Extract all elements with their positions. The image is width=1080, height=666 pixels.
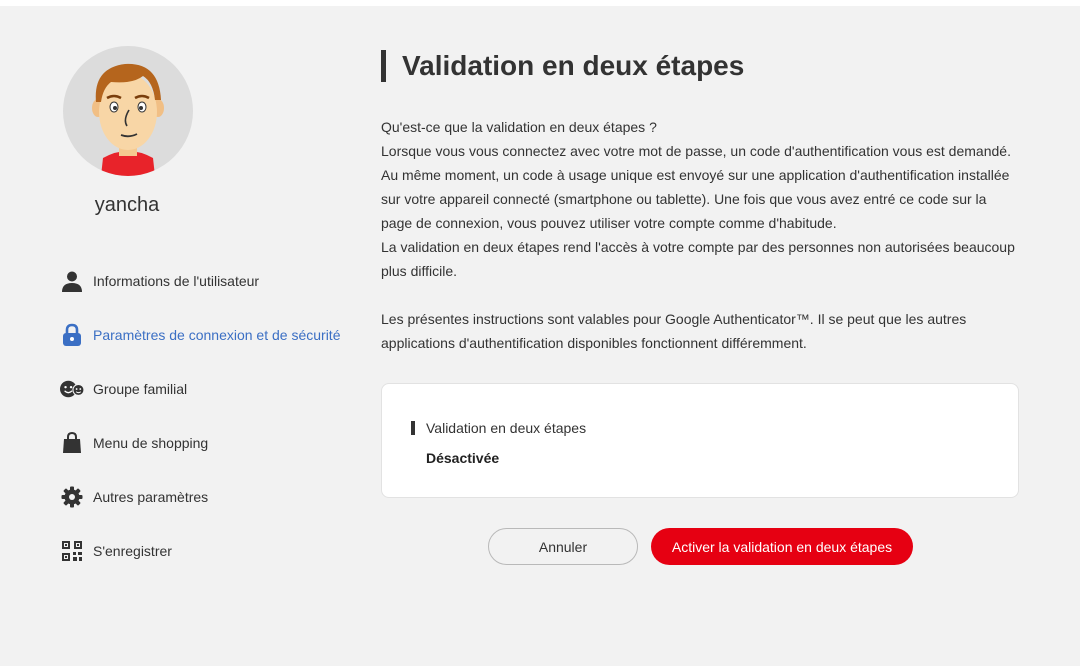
- activate-two-step-button[interactable]: Activer la validation en deux étapes: [651, 528, 913, 565]
- sidebar-item-label: Menu de shopping: [93, 435, 209, 451]
- sidebar-item-label: Groupe familial: [93, 381, 188, 397]
- qr-code-icon: [60, 539, 84, 563]
- sidebar-item-register[interactable]: S'enregistrer: [60, 524, 360, 578]
- sidebar-item-shopping-menu[interactable]: Menu de shopping: [60, 416, 360, 470]
- status-value: Désactivée: [426, 450, 500, 466]
- avatar: [63, 46, 193, 176]
- description-paragraph: Lorsque vous vous connectez avec votre m…: [381, 143, 1011, 159]
- avatar-face-image: [92, 63, 164, 176]
- gear-icon: [60, 485, 84, 509]
- sidebar-item-other-settings[interactable]: Autres paramètres: [60, 470, 360, 524]
- description-paragraph: Au même moment, un code à usage unique e…: [381, 167, 1010, 231]
- page-title: Validation en deux étapes: [381, 50, 744, 82]
- sidebar-item-label: Paramètres de connexion et de sécurité: [93, 327, 341, 343]
- sidebar: yancha Informations de l'utilisateur Par…: [0, 0, 360, 666]
- status-card: Validation en deux étapes Désactivée: [381, 383, 1019, 498]
- status-card-label: Validation en deux étapes: [411, 421, 586, 435]
- description: Qu'est-ce que la validation en deux étap…: [381, 115, 1021, 355]
- sidebar-item-security[interactable]: Paramètres de connexion et de sécurité: [60, 308, 360, 362]
- description-question: Qu'est-ce que la validation en deux étap…: [381, 119, 657, 135]
- sidebar-item-family-group[interactable]: Groupe familial: [60, 362, 360, 416]
- sidebar-item-label: Autres paramètres: [93, 489, 209, 505]
- family-icon: [60, 377, 84, 401]
- description-paragraph: La validation en deux étapes rend l'accè…: [381, 239, 1015, 279]
- cancel-button[interactable]: Annuler: [488, 528, 638, 565]
- sidebar-nav: Informations de l'utilisateur Paramètres…: [60, 254, 360, 578]
- shopping-bag-icon: [60, 431, 84, 455]
- sidebar-item-label: Informations de l'utilisateur: [93, 273, 260, 289]
- lock-icon: [60, 323, 84, 347]
- description-paragraph: Les présentes instructions sont valables…: [381, 311, 967, 351]
- sidebar-item-user-info[interactable]: Informations de l'utilisateur: [60, 254, 360, 308]
- sidebar-item-label: S'enregistrer: [93, 543, 172, 559]
- username: yancha: [94, 194, 160, 216]
- person-icon: [60, 269, 84, 293]
